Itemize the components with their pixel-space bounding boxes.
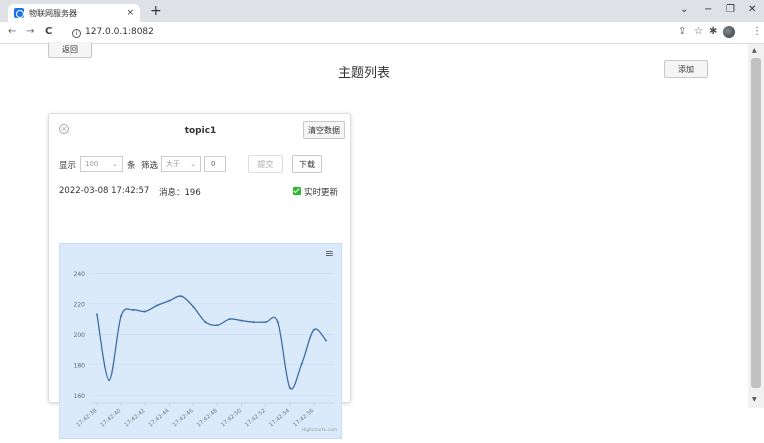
data-point	[132, 308, 135, 311]
chart-credits: Highcharts.com	[302, 427, 337, 433]
last-update-timestamp: 2022-03-08 17:42:57	[59, 186, 150, 196]
address-bar: ← → C i 127.0.0.1:8082 ⇪ ☆ ✱ ⋮	[0, 22, 764, 44]
chart-menu-icon[interactable]: ≡	[325, 247, 334, 260]
data-point	[240, 319, 243, 322]
y-tick-label: 200	[74, 332, 86, 339]
more-menu-icon[interactable]: ⋮	[752, 26, 762, 37]
scroll-thumb[interactable]	[751, 58, 761, 388]
filter-operator-value: 大于	[166, 160, 180, 168]
page-content: 返回 主题列表 添加 × topic1 清空数据 显示 100 ⌄ 条 筛选 大…	[0, 42, 748, 440]
minimize-button[interactable]: −	[704, 4, 712, 15]
new-tab-button[interactable]: +	[150, 3, 162, 19]
y-tick-label: 180	[74, 362, 86, 369]
clear-data-button[interactable]: 清空数据	[303, 121, 345, 139]
show-label: 显示	[59, 161, 77, 171]
submit-button[interactable]: 提交	[248, 155, 283, 173]
realtime-label: 实时更新	[304, 188, 339, 198]
data-point	[156, 304, 159, 307]
maximize-button[interactable]: ❐	[726, 4, 735, 15]
chevron-down-icon[interactable]: ⌄	[680, 4, 688, 15]
extensions-puzzle-icon[interactable]: ✱	[709, 26, 717, 37]
page-title: 主题列表	[338, 66, 391, 81]
tab-close-icon[interactable]: ×	[126, 8, 134, 18]
y-tick-label: 160	[74, 393, 86, 400]
data-point	[252, 321, 255, 324]
add-button[interactable]: 添加	[664, 60, 708, 78]
chevron-down-icon: ⌄	[190, 160, 196, 168]
data-point	[180, 295, 183, 298]
page-scrollbar[interactable]: ▲ ▼	[748, 44, 764, 408]
url-text: 127.0.0.1:8082	[85, 27, 154, 37]
data-point	[264, 321, 267, 324]
realtime-checkbox[interactable]	[293, 187, 301, 195]
filter-value-input[interactable]: 0	[204, 156, 226, 172]
data-point	[192, 305, 195, 308]
topic-card: × topic1 清空数据 显示 100 ⌄ 条 筛选 大于 ⌄ 0 提交 下载…	[48, 113, 351, 440]
share-icon[interactable]: ⇪	[678, 26, 686, 37]
data-point	[300, 362, 303, 365]
close-window-button[interactable]: ✕	[748, 4, 756, 15]
data-point	[144, 310, 147, 313]
scroll-down-icon[interactable]: ▼	[752, 396, 757, 403]
y-tick-label: 220	[74, 301, 86, 308]
show-count-value: 100	[85, 160, 99, 168]
data-point	[216, 324, 219, 327]
unit-label: 条	[127, 161, 136, 171]
data-point	[168, 299, 171, 302]
filter-label: 筛选	[141, 161, 159, 171]
chart-container: 160 180 200 220 240 17:42:38 17:42:40 17:42:42 1…	[58, 242, 343, 440]
data-point	[204, 321, 207, 324]
data-point	[96, 313, 98, 316]
message-count: 消息：196	[159, 188, 201, 198]
back-button[interactable]: 返回	[48, 42, 92, 58]
chevron-down-icon: ⌄	[112, 160, 118, 168]
forward-arrow-icon[interactable]: →	[26, 26, 34, 37]
filter-operator-select[interactable]: 大于 ⌄	[161, 156, 201, 172]
profile-avatar[interactable]	[723, 26, 735, 38]
data-point	[325, 339, 327, 342]
data-point	[228, 318, 231, 321]
url-field[interactable]: i 127.0.0.1:8082	[72, 27, 154, 38]
data-point	[108, 379, 111, 382]
download-button[interactable]: 下载	[292, 155, 322, 173]
scroll-up-icon[interactable]: ▲	[752, 47, 757, 54]
tab-title: 物联网服务器	[29, 8, 77, 18]
back-arrow-icon[interactable]: ←	[8, 26, 16, 37]
data-point	[120, 315, 123, 318]
browser-tab[interactable]: 物联网服务器 ×	[8, 4, 140, 22]
info-icon[interactable]: i	[72, 29, 81, 38]
bookmark-star-icon[interactable]: ☆	[694, 26, 703, 37]
show-count-select[interactable]: 100 ⌄	[80, 156, 123, 172]
data-point	[288, 386, 291, 389]
browser-tab-bar: 物联网服务器 × + ⌄ − ❐ ✕	[0, 0, 764, 22]
data-point	[276, 321, 279, 324]
data-point	[312, 328, 315, 331]
y-tick-label: 240	[74, 271, 86, 278]
reload-icon[interactable]: C	[45, 26, 52, 37]
line-chart: 16018020022024017:42:38 17:42:40 17:42:42 1…	[58, 242, 343, 440]
site-favicon-icon	[14, 8, 24, 18]
